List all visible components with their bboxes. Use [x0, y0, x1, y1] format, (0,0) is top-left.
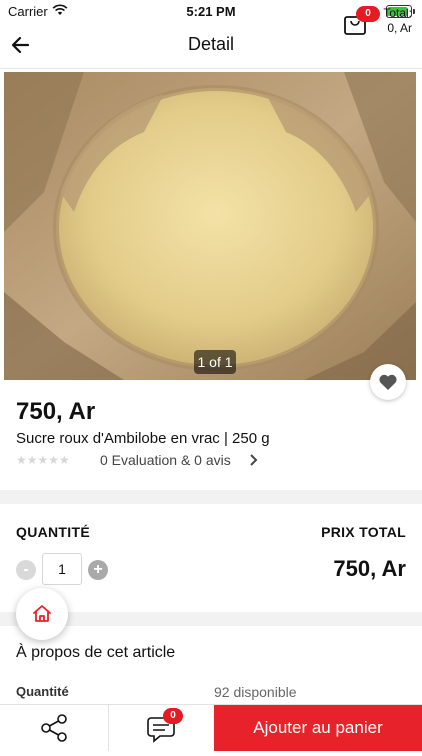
product-name: Sucre roux d'Ambilobe en vrac | 250 g — [16, 430, 270, 447]
share-button[interactable] — [0, 705, 109, 751]
share-icon — [41, 714, 67, 742]
quantity-label: QUANTITÉ — [16, 524, 90, 540]
rating-stars: ★★★★★ — [16, 453, 70, 467]
cart-total-value: 0, Ar — [387, 21, 412, 35]
decrease-quantity-button[interactable]: - — [16, 560, 36, 580]
increase-quantity-button[interactable]: + — [88, 560, 108, 580]
chat-count-badge: 0 — [163, 708, 183, 724]
spec-value: 92 disponible — [214, 684, 297, 700]
quantity-input[interactable]: 1 — [42, 553, 82, 585]
cart-count-badge: 0 — [356, 6, 380, 22]
product-image[interactable] — [4, 72, 416, 380]
chevron-right-icon[interactable] — [248, 451, 260, 469]
section-divider — [0, 490, 422, 504]
home-icon — [33, 605, 51, 622]
total-price-label: PRIX TOTAL — [321, 524, 406, 540]
total-price-value: 750, Ar — [333, 556, 406, 581]
about-title: À propos de cet article — [16, 644, 176, 661]
page-title: Detail — [187, 34, 235, 54]
favorite-button[interactable] — [370, 364, 406, 400]
spec-label: Quantité — [16, 684, 69, 699]
reviews-link[interactable]: 0 Evaluation & 0 avis — [100, 452, 231, 468]
image-counter: 1 of 1 — [194, 350, 236, 374]
heart-icon — [379, 374, 397, 390]
product-photo — [4, 72, 416, 380]
home-button[interactable] — [16, 588, 68, 640]
cart-total-label: Total: — [383, 6, 412, 20]
chat-button[interactable] — [108, 705, 214, 751]
product-price: 750, Ar — [16, 398, 96, 425]
chat-icon — [147, 717, 175, 743]
bottom-action-bar: 0 Ajouter au panier — [0, 704, 422, 751]
cart-total[interactable]: Total: 0, Ar — [383, 6, 412, 36]
add-to-cart-button[interactable]: Ajouter au panier — [214, 705, 422, 751]
